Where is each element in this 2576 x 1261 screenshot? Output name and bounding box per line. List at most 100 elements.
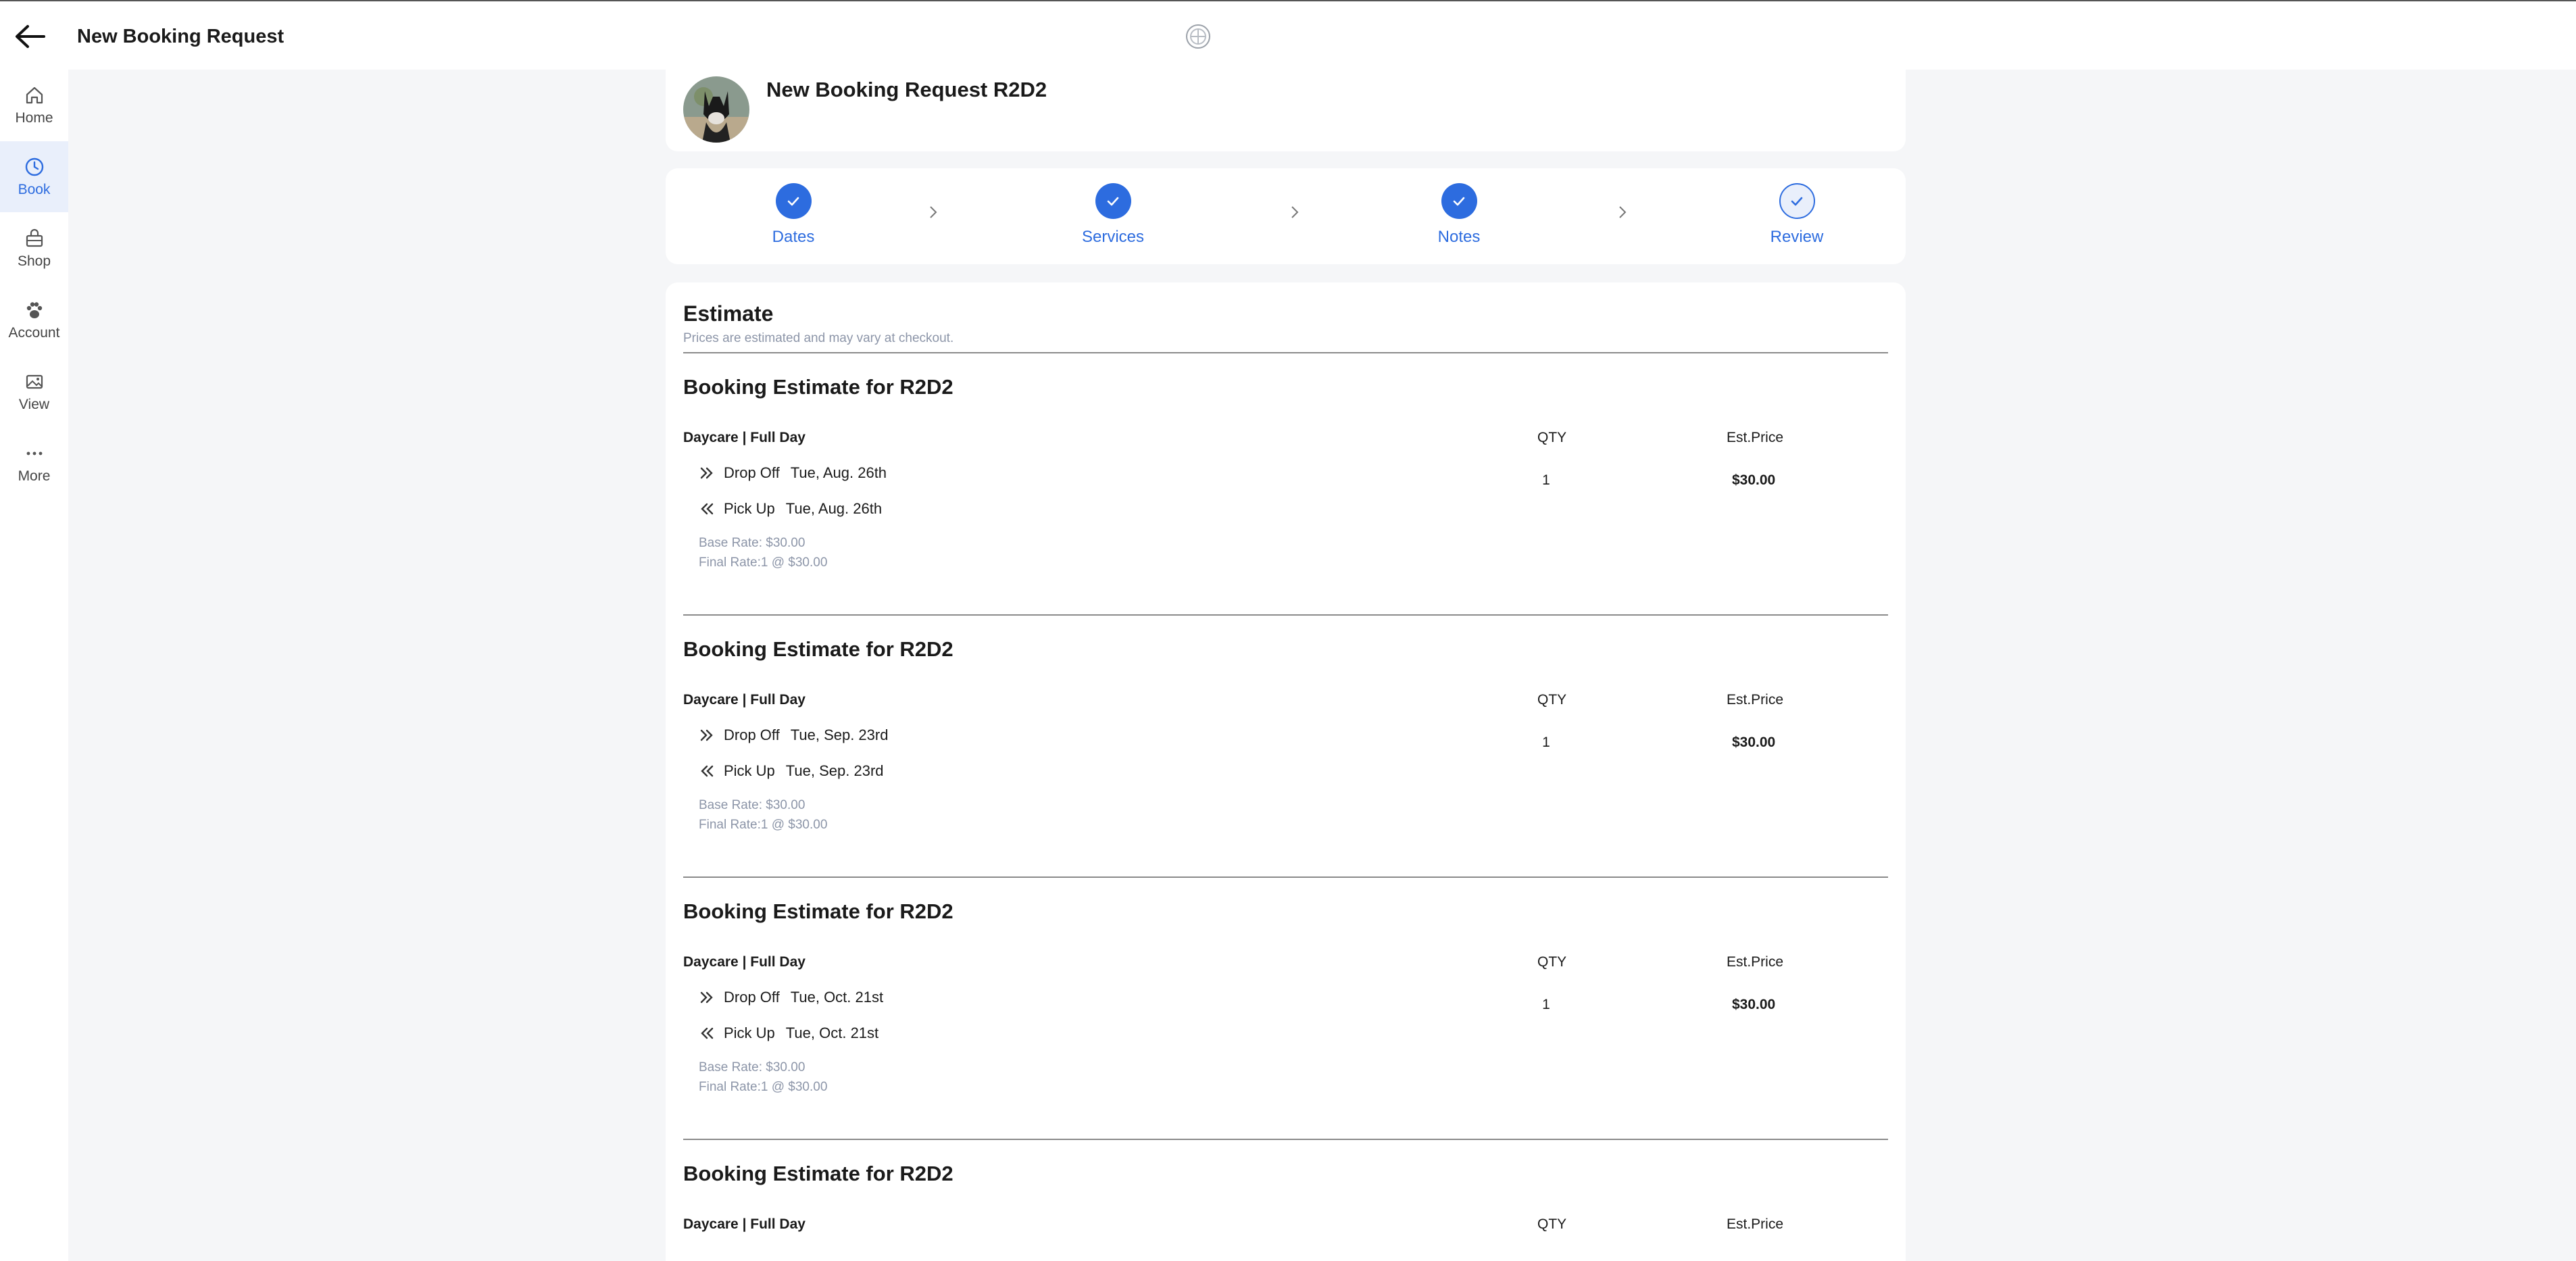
price-header: Est.Price <box>1727 954 1784 970</box>
booking-estimate-title: Booking Estimate for R2D2 <box>683 637 953 661</box>
booking-estimate-title: Booking Estimate for R2D2 <box>683 899 953 923</box>
sidebar-item-more[interactable]: More <box>0 428 68 499</box>
checkmark-icon <box>1453 197 1465 205</box>
sidebar-item-account[interactable]: Account <box>0 285 68 355</box>
sidebar-item-home[interactable]: Home <box>0 70 68 141</box>
checkmark-icon <box>1107 197 1119 205</box>
dropoff-label: Drop Off <box>724 989 780 1006</box>
base-rate: Base Rate: $30.00 <box>699 798 806 812</box>
qty-header: QTY <box>1537 692 1567 708</box>
estimate-subtitle: Prices are estimated and may vary at che… <box>683 331 954 345</box>
booking-estimate-block: Booking Estimate for R2D2 Daycare | Full… <box>666 616 1906 878</box>
final-rate: Final Rate:1 @ $30.00 <box>699 818 828 832</box>
pickup-row: Pick Up Tue, Oct. 21st <box>698 1024 878 1042</box>
booking-estimate-title: Booking Estimate for R2D2 <box>683 375 953 399</box>
pickup-label: Pick Up <box>724 1024 775 1041</box>
sidebar-nav: Home Book Shop Account View More <box>0 70 68 1261</box>
image-icon <box>26 374 43 389</box>
booking-estimate-block: Booking Estimate for R2D2 Daycare | Full… <box>666 1140 1906 1261</box>
step-complete-indicator <box>775 183 812 219</box>
globe-icon[interactable] <box>1184 22 1212 51</box>
chevron-right-icon <box>1619 206 1627 218</box>
booking-estimate-block: Booking Estimate for R2D2 Daycare | Full… <box>666 353 1906 616</box>
step-review[interactable]: Review <box>1729 183 1864 247</box>
service-name: Daycare | Full Day <box>683 430 806 445</box>
price-value: $30.00 <box>1732 735 1776 750</box>
home-icon <box>26 86 43 103</box>
price-header: Est.Price <box>1727 430 1784 445</box>
sidebar-item-label: Book <box>18 181 51 197</box>
booking-estimate-title: Booking Estimate for R2D2 <box>683 1162 953 1185</box>
arrow-left-icon <box>16 25 45 48</box>
step-complete-indicator <box>1441 183 1477 219</box>
pickup-date: Tue, Sep. 23rd <box>785 762 884 779</box>
pet-header-card: New Booking Request R2D2 <box>666 70 1906 151</box>
page-title: New Booking Request <box>77 26 284 47</box>
dropoff-row: Drop Off Tue, Oct. 21st <box>698 989 883 1006</box>
pickup-row: Pick Up Tue, Sep. 23rd <box>698 762 884 780</box>
dropoff-date: Tue, Sep. 23rd <box>790 726 889 743</box>
double-chevron-right-icon <box>700 467 713 479</box>
estimate-title: Estimate <box>683 301 774 326</box>
price-header: Est.Price <box>1727 1216 1784 1232</box>
final-rate: Final Rate:1 @ $30.00 <box>699 1080 828 1094</box>
double-chevron-left-icon <box>701 503 714 515</box>
double-chevron-left-icon <box>701 1027 714 1039</box>
step-label: Review <box>1770 228 1824 246</box>
pickup-label: Pick Up <box>724 500 775 517</box>
chevron-right-icon <box>1291 206 1299 218</box>
dropoff-row: Drop Off Tue, Sep. 23rd <box>698 726 888 744</box>
estimate-card: Estimate Prices are estimated and may va… <box>666 282 1906 1261</box>
step-label: Services <box>1081 228 1145 246</box>
sidebar-item-view[interactable]: View <box>0 356 68 427</box>
qty-value: 1 <box>1542 997 1550 1012</box>
qty-header: QTY <box>1537 1216 1567 1232</box>
more-icon <box>26 451 42 455</box>
booking-estimate-block: Booking Estimate for R2D2 Daycare | Full… <box>666 878 1906 1140</box>
step-notes[interactable]: Notes <box>1391 183 1527 247</box>
dropoff-label: Drop Off <box>724 464 780 481</box>
price-value: $30.00 <box>1732 472 1776 488</box>
clock-icon <box>25 157 43 176</box>
step-label: Notes <box>1437 228 1481 246</box>
sidebar-item-label: View <box>18 396 50 412</box>
pet-avatar <box>683 76 749 143</box>
dropoff-date: Tue, Oct. 21st <box>790 989 884 1006</box>
price-header: Est.Price <box>1727 692 1784 708</box>
sidebar-item-shop[interactable]: Shop <box>0 213 68 284</box>
service-name: Daycare | Full Day <box>683 692 806 708</box>
step-complete-indicator <box>1095 183 1131 219</box>
base-rate: Base Rate: $30.00 <box>699 536 806 550</box>
sidebar-item-label: Home <box>15 109 53 126</box>
chevron-right-icon <box>930 206 937 218</box>
double-chevron-right-icon <box>700 991 713 1004</box>
sidebar-item-label: Shop <box>17 253 51 269</box>
qty-header: QTY <box>1537 954 1567 970</box>
checkmark-icon <box>1791 197 1803 205</box>
double-chevron-left-icon <box>701 765 714 777</box>
pickup-row: Pick Up Tue, Aug. 26th <box>698 500 882 518</box>
dropoff-date: Tue, Aug. 26th <box>790 464 887 481</box>
step-dates[interactable]: Dates <box>726 183 861 247</box>
step-services[interactable]: Services <box>1045 183 1181 247</box>
booking-stepper: Dates Services Notes Review <box>666 168 1906 264</box>
dropoff-row: Drop Off Tue, Aug. 26th <box>698 464 887 482</box>
service-name: Daycare | Full Day <box>683 1216 806 1232</box>
sidebar-item-label: More <box>18 468 51 484</box>
pickup-date: Tue, Oct. 21st <box>785 1024 879 1041</box>
shop-icon <box>26 228 43 247</box>
qty-value: 1 <box>1542 472 1550 488</box>
price-value: $30.00 <box>1732 997 1776 1012</box>
sidebar-item-book[interactable]: Book <box>0 141 68 212</box>
step-current-indicator <box>1779 183 1815 219</box>
back-button[interactable] <box>9 18 50 55</box>
double-chevron-right-icon <box>700 729 713 741</box>
main-content: New Booking Request R2D2 Dates Services … <box>68 70 2576 1261</box>
pickup-label: Pick Up <box>724 762 775 779</box>
sidebar-item-label: Account <box>8 324 60 341</box>
service-name: Daycare | Full Day <box>683 954 806 970</box>
base-rate: Base Rate: $30.00 <box>699 1060 806 1074</box>
dropoff-label: Drop Off <box>724 726 780 743</box>
booking-title: New Booking Request R2D2 <box>766 78 1047 101</box>
top-bar: New Booking Request <box>0 0 2576 70</box>
